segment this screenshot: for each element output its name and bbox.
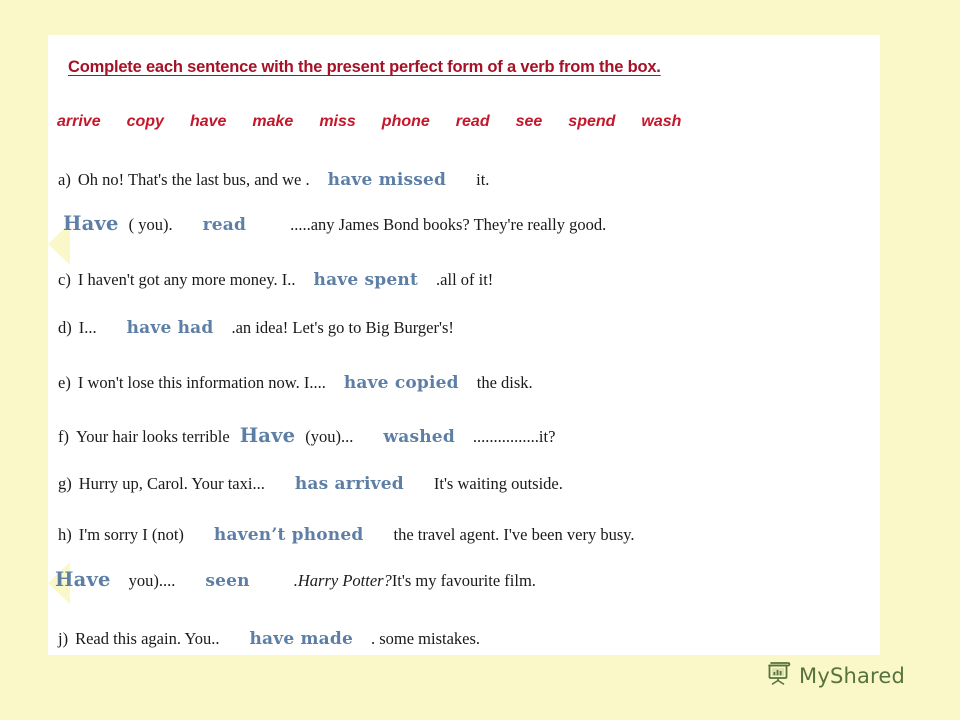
exercise-prefix-j: Read this again. You.. (75, 629, 220, 648)
verb-word-wash[interactable]: wash (641, 113, 681, 131)
verb-word-miss[interactable]: miss (319, 113, 355, 131)
watermark: MyShared (766, 660, 905, 691)
verb-word-make[interactable]: make (252, 113, 293, 131)
answer-c[interactable]: have spent (314, 270, 418, 290)
exercise-suffix-d: .an idea! Let's go to Big Burger's! (231, 318, 454, 337)
answer-a[interactable]: have missed (328, 170, 446, 190)
exercise-prefix-g: Hurry up, Carol. Your taxi... (78, 474, 265, 493)
exercise-suffix-i: It's my favourite film. (391, 571, 536, 590)
answer-d[interactable]: have had (127, 318, 214, 338)
verb-word-see[interactable]: see (516, 113, 543, 131)
answer-b[interactable]: read (203, 215, 246, 235)
exercise-mid-f: (you)... (305, 427, 354, 446)
exercise-suffix-b: .....any James Bond books? They're reall… (290, 215, 607, 234)
exercise-label-f: f) (58, 427, 69, 446)
exercise-row-j: j) Read this again. You.. have made . so… (58, 629, 480, 649)
answer-f-mid[interactable]: Have (240, 424, 296, 447)
exercise-label-h: h) (58, 525, 72, 544)
verb-word-have[interactable]: have (190, 113, 226, 131)
answer-i-lead[interactable]: Have (55, 568, 111, 591)
page-title: Complete each sentence with the present … (68, 58, 661, 76)
verb-word-phone[interactable]: phone (382, 113, 430, 131)
exercise-prefix-c: I haven't got any more money. I.. (77, 270, 296, 289)
answer-g[interactable]: has arrived (295, 474, 404, 494)
exercise-suffix-c: .all of it! (436, 270, 494, 289)
verb-word-arrive[interactable]: arrive (57, 113, 101, 131)
verb-word-spend[interactable]: spend (568, 113, 615, 131)
exercise-row-h: h) I'm sorry I (not) haven’t phoned the … (58, 525, 635, 545)
exercise-label-a: a) (58, 170, 71, 189)
verb-word-read[interactable]: read (456, 113, 490, 131)
answer-j[interactable]: have made (249, 629, 353, 649)
exercise-prefix-a: Oh no! That's the last bus, and we . (77, 170, 310, 189)
exercise-suffix-h: the travel agent. I've been very busy. (393, 525, 635, 544)
exercise-row-d: d) I... have had .an idea! Let's go to B… (58, 318, 454, 338)
answer-h[interactable]: haven’t phoned (214, 525, 364, 545)
exercise-row-c: c) I haven't got any more money. I.. hav… (58, 270, 493, 290)
exercise-row-a: a) Oh no! That's the last bus, and we . … (58, 170, 489, 190)
exercise-prefix-e: I won't lose this information now. I.... (77, 373, 326, 392)
answer-i[interactable]: seen (205, 571, 249, 591)
answer-b-lead[interactable]: Have (63, 212, 119, 235)
exercise-row-g: g) Hurry up, Carol. Your taxi... has arr… (58, 474, 563, 494)
exercise-prefix-h: I'm sorry I (not) (78, 525, 184, 544)
exercise-label-e: e) (58, 373, 71, 392)
answer-e[interactable]: have copied (344, 373, 459, 393)
exercise-suffix-g: It's waiting outside. (433, 474, 563, 493)
exercise-prefix-d: I... (78, 318, 97, 337)
exercise-label-j: j) (58, 629, 69, 648)
exercise-prefix-i: you).... (128, 571, 176, 590)
slide-canvas: Complete each sentence with the present … (0, 0, 960, 720)
exercise-label-g: g) (58, 474, 72, 493)
exercise-prefix-f: Your hair looks terrible (76, 427, 230, 446)
exercise-row-i: Have you).... seen .Harry Potter? It's m… (55, 568, 536, 591)
exercise-label-d: d) (58, 318, 72, 337)
answer-f[interactable]: washed (383, 427, 454, 447)
watermark-label: MyShared (799, 663, 906, 688)
exercise-suffix-f: ................it? (472, 427, 556, 446)
exercise-prefix-b: ( you). (128, 215, 173, 234)
verb-word-copy[interactable]: copy (127, 113, 164, 131)
presentation-board-icon (766, 660, 792, 691)
verb-box: arrive copy have make miss phone read se… (57, 113, 817, 131)
exercise-row-f: f) Your hair looks terrible Have (you)..… (58, 424, 555, 447)
exercise-suffix-a: it. (476, 170, 490, 189)
exercise-suffix-j: . some mistakes. (370, 629, 481, 648)
exercise-title-i: .Harry Potter? (293, 571, 392, 590)
exercise-suffix-e: the disk. (476, 373, 533, 392)
exercise-label-c: c) (58, 270, 71, 289)
exercise-row-b: Have ( you). read .....any James Bond bo… (63, 212, 606, 235)
exercise-row-e: e) I won't lose this information now. I.… (58, 373, 533, 393)
